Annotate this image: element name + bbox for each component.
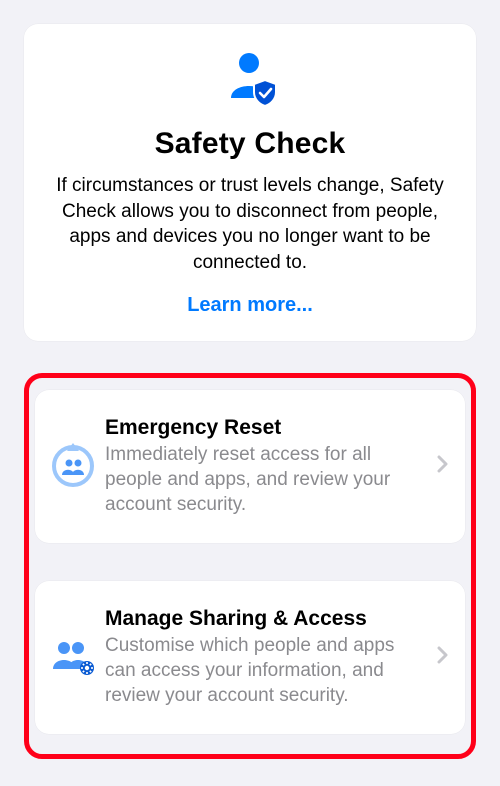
emergency-reset-icon bbox=[41, 443, 105, 489]
chevron-right-icon bbox=[429, 646, 449, 669]
option-title: Emergency Reset bbox=[105, 416, 429, 440]
highlighted-options-group: Emergency Reset Immediately reset access… bbox=[24, 373, 476, 759]
safety-check-card: Safety Check If circumstances or trust l… bbox=[24, 24, 476, 341]
learn-more-link[interactable]: Learn more... bbox=[187, 294, 313, 317]
option-subtitle: Customise which people and apps can acce… bbox=[105, 633, 429, 708]
person-shield-icon bbox=[221, 50, 279, 113]
manage-sharing-button[interactable]: Manage Sharing & Access Customise which … bbox=[35, 581, 465, 734]
page-description: If circumstances or trust levels change,… bbox=[48, 173, 452, 276]
emergency-reset-button[interactable]: Emergency Reset Immediately reset access… bbox=[35, 390, 465, 543]
chevron-right-icon bbox=[429, 455, 449, 478]
page-title: Safety Check bbox=[44, 127, 456, 161]
option-subtitle: Immediately reset access for all people … bbox=[105, 442, 429, 517]
manage-sharing-icon bbox=[41, 637, 105, 677]
option-title: Manage Sharing & Access bbox=[105, 607, 429, 631]
